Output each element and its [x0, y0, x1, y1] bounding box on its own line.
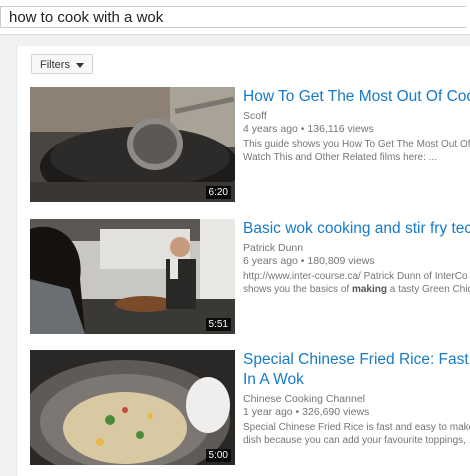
video-title[interactable]: How To Get The Most Out Of Cook [243, 87, 470, 107]
upload-age: 4 years ago [243, 123, 298, 135]
result-info: How To Get The Most Out Of Cook Scoff 4 … [243, 87, 470, 164]
channel-name[interactable]: Patrick Dunn [243, 242, 470, 255]
upload-age: 1 year ago [243, 406, 293, 418]
meta-separator: • [300, 255, 305, 267]
search-bar: how to cook with a wok [0, 0, 470, 35]
result-item[interactable]: 5:00 Special Chinese Fried Rice: Fast Cl… [30, 350, 470, 465]
description-text: shows you the basics of [243, 284, 352, 295]
fried-rice-thumbnail-image [30, 350, 235, 465]
description-keyword: making [351, 284, 387, 295]
channel-name[interactable]: Chinese Cooking Channel [243, 393, 470, 406]
filters-label: Filters [40, 59, 70, 71]
channel-name[interactable]: Scoff [243, 110, 470, 123]
description-line: dish because you can add your favourite … [243, 435, 470, 446]
description-line: Special Chinese Fried Rice is fast and e… [243, 422, 470, 433]
video-thumbnail[interactable]: 5:51 [30, 219, 235, 334]
video-title-line: Special Chinese Fried Rice: Fast Cl [243, 351, 470, 368]
description-line: Watch This and Other Related films here:… [243, 152, 437, 163]
video-title-line: In A Wok [243, 371, 304, 388]
video-description: Special Chinese Fried Rice is fast and e… [243, 421, 470, 447]
wok-ladle-thumbnail-image [30, 87, 235, 202]
video-thumbnail[interactable]: 6:20 [30, 87, 235, 202]
result-item[interactable]: 6:20 How To Get The Most Out Of Cook Sco… [30, 87, 470, 202]
view-count: 180,809 views [307, 255, 375, 267]
result-info: Basic wok cooking and stir fry tech Patr… [243, 219, 470, 296]
filters-button[interactable]: Filters [31, 54, 93, 74]
video-duration: 6:20 [205, 186, 231, 199]
view-count: 136,116 views [307, 123, 374, 135]
results-panel: Filters 6:20 How To Get The Most Out Of … [16, 46, 470, 476]
video-meta: 6 years ago • 180,809 views [243, 255, 470, 268]
caret-down-icon [75, 62, 84, 68]
result-item[interactable]: 5:51 Basic wok cooking and stir fry tech… [30, 219, 470, 334]
video-title[interactable]: Special Chinese Fried Rice: Fast Cl In A… [243, 350, 470, 390]
meta-separator: • [295, 406, 300, 418]
description-line: http://www.inter-course.ca/ Patrick Dunn… [243, 271, 468, 282]
video-duration: 5:00 [205, 449, 231, 462]
wok-cooking-thumbnail-image [30, 219, 235, 334]
video-duration: 5:51 [205, 318, 231, 331]
video-description: http://www.inter-course.ca/ Patrick Dunn… [243, 270, 470, 296]
video-meta: 4 years ago • 136,116 views [243, 123, 470, 136]
video-thumbnail[interactable]: 5:00 [30, 350, 235, 465]
search-input[interactable]: how to cook with a wok [0, 6, 466, 28]
description-line: shows you the basics of making a tasty G… [243, 283, 470, 296]
view-count: 326,690 views [302, 406, 370, 418]
meta-separator: • [300, 123, 305, 135]
result-info: Special Chinese Fried Rice: Fast Cl In A… [243, 350, 470, 447]
video-description: This guide shows you How To Get The Most… [243, 138, 470, 164]
description-text: a tasty Green Chick [386, 284, 470, 295]
description-line: This guide shows you How To Get The Most… [243, 139, 470, 150]
upload-age: 6 years ago [243, 255, 298, 267]
video-meta: 1 year ago • 326,690 views [243, 406, 470, 419]
video-title[interactable]: Basic wok cooking and stir fry tech [243, 219, 470, 239]
